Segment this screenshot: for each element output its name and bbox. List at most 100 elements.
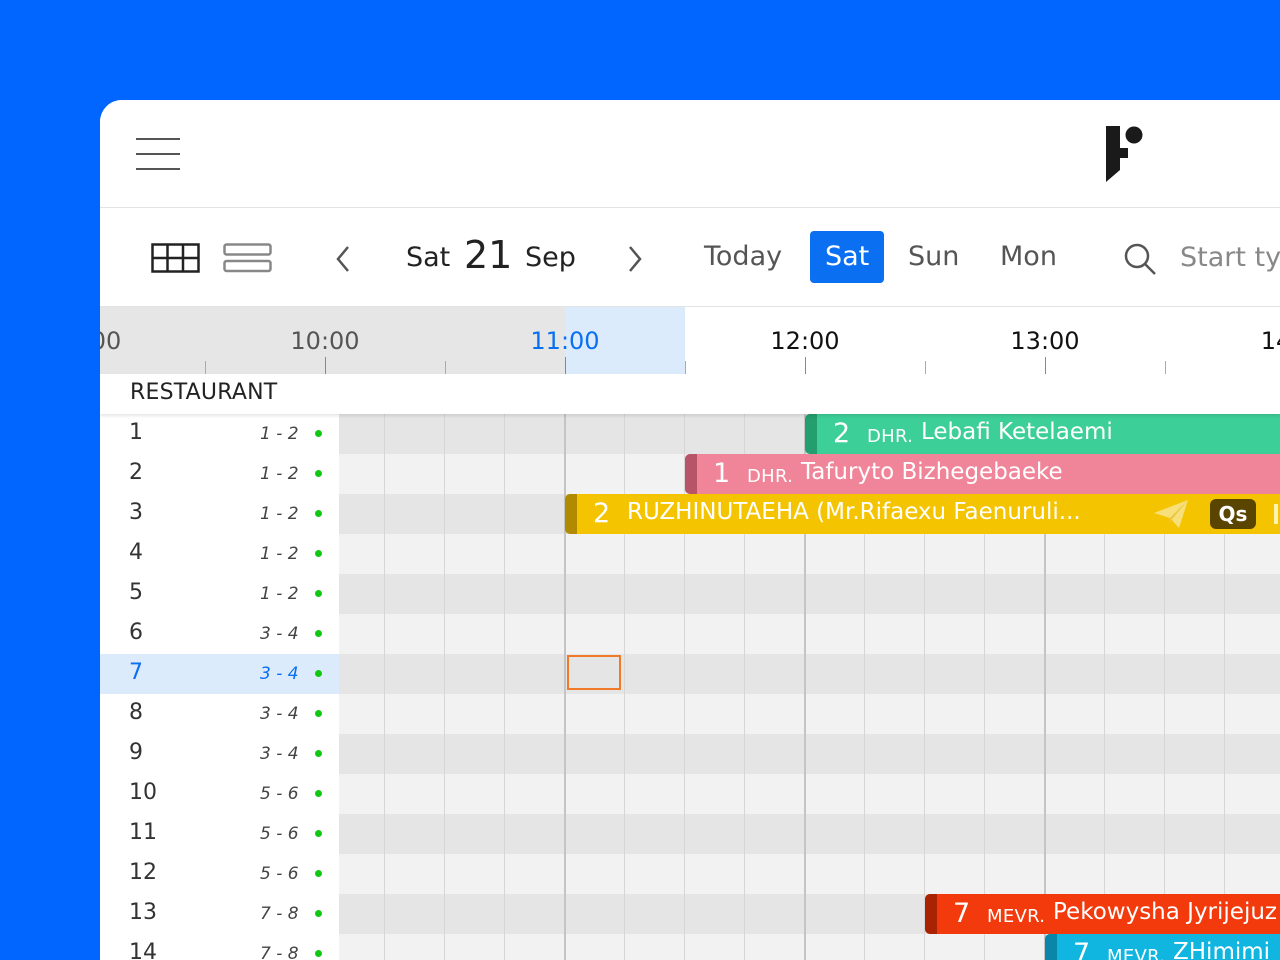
app-window: Sat 21 Sep Today Sat Sun Mon 00 10:00 11… [100,100,1280,960]
table-number: 1 [129,420,143,445]
table-row[interactable]: 9 3 - 4 [100,734,1280,774]
status-dot-icon [315,750,322,757]
guest-count: 7 [953,898,971,929]
table-row[interactable]: 10 5 - 6 [100,774,1280,814]
status-dot-icon [315,550,322,557]
table-row[interactable]: 6 3 - 4 [100,614,1280,654]
table-capacity: 3 - 4 [260,664,299,684]
timeline-tick [325,357,326,375]
table-label[interactable]: 6 3 - 4 [100,614,339,654]
brand-logo[interactable] [1100,122,1150,186]
table-label[interactable]: 3 1 - 2 [100,494,339,534]
day-button-sun[interactable]: Sun [893,231,974,283]
table-label[interactable]: 8 3 - 4 [100,694,339,734]
time-label: 00 [100,327,122,355]
table-timeline-cells[interactable] [339,574,1280,614]
timeline-tick [205,361,206,375]
table-timeline-cells[interactable] [339,734,1280,774]
reservation-edge [925,894,937,934]
search-icon[interactable] [1123,242,1157,276]
status-dot-icon [315,590,322,597]
hamburger-icon[interactable] [136,138,182,171]
reservation-grid: 1 1 - 2 2 1 - 2 3 1 - 2 4 1 - 2 5 1 - 2 6 3 - 4 7 3 -… [100,414,1280,960]
table-timeline-cells[interactable] [339,654,1280,694]
table-capacity: 1 - 2 [260,424,299,444]
table-number: 2 [129,460,143,485]
table-capacity: 7 - 8 [260,944,299,960]
table-row[interactable]: 4 1 - 2 [100,534,1280,574]
reservation-edge [805,414,817,454]
status-dot-icon [315,710,322,717]
table-row[interactable]: 12 5 - 6 [100,854,1280,894]
reservation-block[interactable]: 2 DHR. Lebafi Ketelaemi [805,414,1280,454]
status-dot-icon [315,910,322,917]
table-label[interactable]: 7 3 - 4 [100,654,339,694]
reservation-block[interactable]: 1 DHR. Tafuryto Bizhegebaeke [685,454,1280,494]
table-capacity: 7 - 8 [260,904,299,924]
status-dot-icon [315,950,322,957]
table-label[interactable]: 13 7 - 8 [100,894,339,934]
table-capacity: 1 - 2 [260,504,299,524]
guest-title: DHR. [747,466,794,487]
table-number: 9 [129,740,143,765]
table-label[interactable]: 11 5 - 6 [100,814,339,854]
guest-name: Pekowysha Jyrijejuz [1053,899,1277,925]
table-label[interactable]: 2 1 - 2 [100,454,339,494]
status-dot-icon [315,870,322,877]
time-label: 10:00 [290,327,360,355]
selected-slot[interactable] [567,655,621,690]
table-timeline-cells[interactable] [339,614,1280,654]
grid-line [504,414,505,960]
table-label[interactable]: 4 1 - 2 [100,534,339,574]
table-number: 7 [129,660,143,685]
table-row[interactable]: 7 3 - 4 [100,654,1280,694]
table-label[interactable]: 9 3 - 4 [100,734,339,774]
chevron-left-icon[interactable] [334,245,352,273]
list-view-icon[interactable] [223,243,273,273]
timeline-tick [445,361,446,375]
day-button-mon[interactable]: Mon [985,231,1072,283]
table-row[interactable]: 8 3 - 4 [100,694,1280,734]
status-dot-icon [315,790,322,797]
today-button[interactable]: Today [689,231,797,283]
grid-view-icon[interactable] [151,243,201,273]
search-input[interactable] [1180,236,1280,278]
table-timeline-cells[interactable] [339,694,1280,734]
table-label[interactable]: 14 7 - 8 [100,934,339,960]
reservation-tail [1272,494,1280,534]
status-dot-icon [315,430,322,437]
table-label[interactable]: 10 5 - 6 [100,774,339,814]
chevron-right-icon[interactable] [626,245,644,273]
time-label: 14 [1260,327,1280,355]
table-number: 12 [129,860,157,885]
reservation-edge [685,454,697,494]
status-dot-icon [315,630,322,637]
table-row[interactable]: 5 1 - 2 [100,574,1280,614]
reservation-block[interactable]: 7 MEVR. ZHimimi [1045,934,1280,960]
table-timeline-cells[interactable] [339,774,1280,814]
date-weekday: Sat [406,242,451,273]
guest-name: Lebafi Ketelaemi [921,419,1113,445]
reservation-edge [565,494,577,534]
table-number: 8 [129,700,143,725]
reservation-block[interactable]: 7 MEVR. Pekowysha Jyrijejuz [925,894,1280,934]
table-label[interactable]: 1 1 - 2 [100,414,339,454]
table-capacity: 1 - 2 [260,544,299,564]
timeline-tick [565,357,566,375]
table-row[interactable]: 11 5 - 6 [100,814,1280,854]
reservation-edge [1045,934,1057,960]
table-timeline-cells[interactable] [339,814,1280,854]
status-dot-icon [315,830,322,837]
timeline-tick [1045,357,1046,375]
grid-line [444,414,445,960]
table-timeline-cells[interactable] [339,534,1280,574]
table-timeline-cells[interactable] [339,854,1280,894]
qs-badge: Qs [1210,499,1256,529]
table-label[interactable]: 5 1 - 2 [100,574,339,614]
table-label[interactable]: 12 5 - 6 [100,854,339,894]
day-button-sat[interactable]: Sat [810,231,885,283]
table-number: 10 [129,780,157,805]
status-dot-icon [315,670,322,677]
table-capacity: 1 - 2 [260,584,299,604]
paper-plane-icon [1154,500,1188,528]
